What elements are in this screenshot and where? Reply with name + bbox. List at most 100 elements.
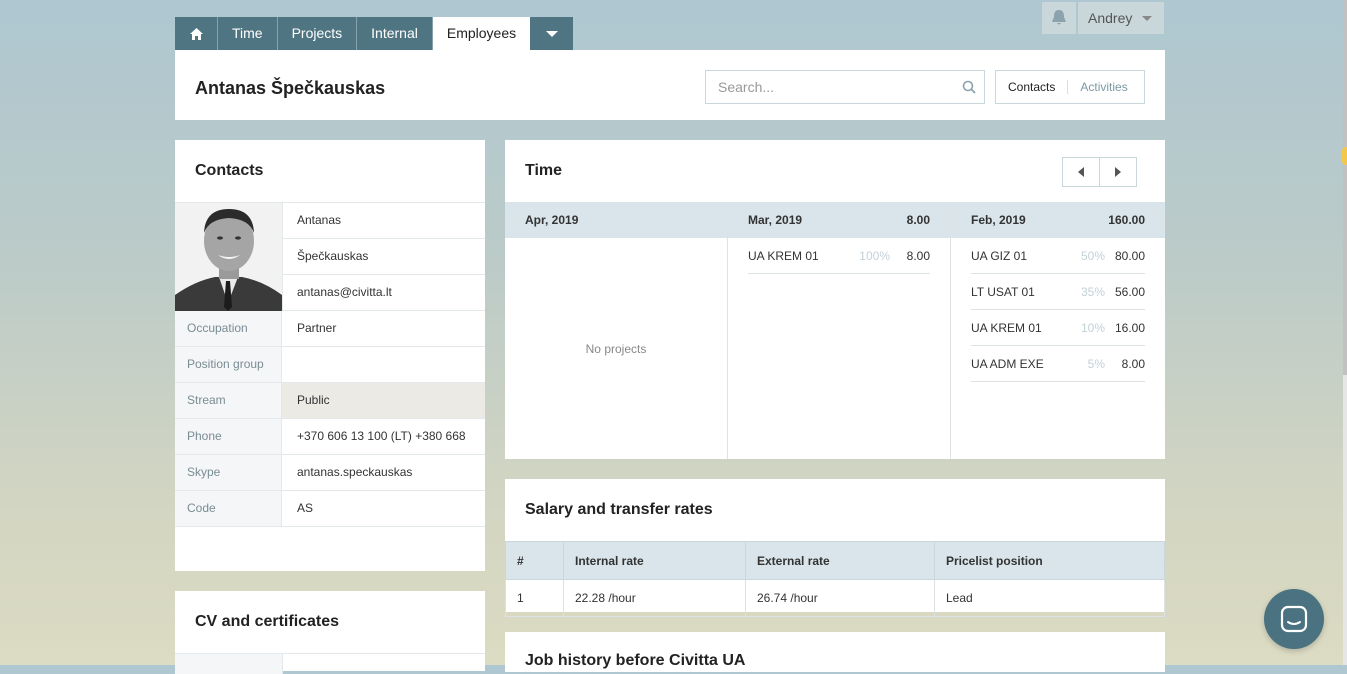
project-percent: 5% xyxy=(1087,356,1105,371)
project-code: LT USAT 01 xyxy=(971,284,1035,299)
tab-more-dropdown[interactable] xyxy=(530,17,574,50)
chevron-down-icon xyxy=(1142,15,1153,21)
avatar xyxy=(175,203,283,311)
last-name-value: Špečkauskas xyxy=(297,249,369,263)
salary-title: Salary and transfer rates xyxy=(525,501,713,518)
project-percent: 100% xyxy=(859,248,890,263)
table-cell: 22.28 /hour xyxy=(563,579,746,617)
job-history-panel: Job history before Civitta UA xyxy=(505,632,1165,672)
time-panel: Time Apr, 2019 No projects Mar, 2019 8.0… xyxy=(505,140,1165,459)
chat-icon xyxy=(1280,605,1308,633)
project-percent: 50% xyxy=(1080,248,1105,263)
field-value: Public xyxy=(282,383,485,418)
month-total: 160.00 xyxy=(1108,213,1145,227)
field-value: +370 606 13 100 (LT) +380 668 xyxy=(297,429,466,443)
column-header: # xyxy=(505,541,564,580)
field-value: AS xyxy=(297,501,314,515)
month-name: Feb, 2019 xyxy=(971,213,1026,227)
tab-projects[interactable]: Projects xyxy=(277,17,358,50)
time-title: Time xyxy=(525,162,563,179)
segment-activities[interactable]: Activities xyxy=(1068,80,1127,94)
bell-icon xyxy=(1052,10,1066,25)
search-input[interactable] xyxy=(716,71,960,103)
project-time-row[interactable]: UA GIZ 01 50% 80.00 xyxy=(971,238,1145,274)
field-value: antanas.speckauskas xyxy=(297,465,413,479)
project-code: UA KREM 01 xyxy=(748,248,819,263)
chevron-down-icon xyxy=(545,30,558,37)
contact-row-stream: Stream Public xyxy=(175,383,485,419)
cv-panel: CV and certificates xyxy=(175,591,485,674)
user-menu[interactable]: Andrey xyxy=(1078,2,1164,34)
first-name-value: Antanas xyxy=(297,213,342,227)
table-row: 1 22.28 /hour 26.74 /hour Lead xyxy=(505,579,1165,617)
field-label: Skype xyxy=(175,455,282,490)
month-header: Mar, 2019 8.00 xyxy=(728,202,950,238)
tab-internal[interactable]: Internal xyxy=(357,17,433,50)
project-time-row[interactable]: UA ADM EXE 5% 8.00 xyxy=(971,346,1145,382)
tab-employees[interactable]: Employees xyxy=(432,17,531,50)
salary-table: # Internal rate External rate Pricelist … xyxy=(505,541,1165,617)
project-percent: 10% xyxy=(1080,320,1105,335)
table-cell: 26.74 /hour xyxy=(745,579,935,617)
table-cell: Lead xyxy=(934,579,1165,617)
project-hours: 8.00 xyxy=(1121,356,1145,371)
arrow-right-icon xyxy=(1115,167,1121,177)
notifications-button[interactable] xyxy=(1042,2,1076,34)
month-column: Apr, 2019 No projects xyxy=(505,202,728,459)
next-period-button[interactable] xyxy=(1100,158,1136,186)
page-title: Antanas Špečkauskas xyxy=(195,78,386,98)
top-nav: Time Projects Internal Employees xyxy=(175,17,574,50)
project-code: UA ADM EXE xyxy=(971,356,1044,371)
email-value[interactable]: antanas@civitta.lt xyxy=(283,275,485,310)
search-box xyxy=(705,70,985,104)
contact-row-code: Code AS xyxy=(175,491,485,527)
field-value xyxy=(282,347,485,382)
project-time-row[interactable]: UA KREM 01 100% 8.00 xyxy=(748,238,930,274)
contact-row-phone: Phone +370 606 13 100 (LT) +380 668 xyxy=(175,419,485,455)
contact-row-position-group: Position group xyxy=(175,347,485,383)
side-widget-tab[interactable] xyxy=(1341,147,1347,165)
project-hours: 80.00 xyxy=(1114,248,1145,263)
tab-time[interactable]: Time xyxy=(218,17,278,50)
field-label: Position group xyxy=(175,347,282,382)
empty-state-text: No projects xyxy=(585,342,647,356)
salary-panel: Salary and transfer rates # Internal rat… xyxy=(505,479,1165,617)
month-column: Mar, 2019 8.00 UA KREM 01 100% 8.00 xyxy=(728,202,951,459)
project-hours: 8.00 xyxy=(906,248,930,263)
home-icon xyxy=(189,27,203,40)
cv-table xyxy=(175,653,485,674)
project-percent: 35% xyxy=(1080,284,1105,299)
month-total: 8.00 xyxy=(906,213,930,227)
view-switcher: Contacts Activities xyxy=(995,70,1145,104)
cv-label-cell xyxy=(175,654,283,674)
chat-launcher-button[interactable] xyxy=(1264,589,1324,649)
field-label: Code xyxy=(175,491,282,526)
project-time-row[interactable]: LT USAT 01 35% 56.00 xyxy=(971,274,1145,310)
tab-home[interactable] xyxy=(175,17,218,50)
segment-contacts[interactable]: Contacts xyxy=(996,80,1069,94)
job-history-title: Job history before Civitta UA xyxy=(525,652,746,669)
project-hours: 56.00 xyxy=(1114,284,1145,299)
contacts-panel: Contacts Antanas Špečkauskas antanas@civ… xyxy=(175,140,485,571)
table-cell: 1 xyxy=(505,579,564,617)
cv-title: CV and certificates xyxy=(195,613,340,630)
column-header: Pricelist position xyxy=(934,541,1165,580)
field-value: Partner xyxy=(297,321,337,335)
period-navigation xyxy=(1062,157,1137,187)
contacts-title: Contacts xyxy=(195,162,264,179)
month-header: Apr, 2019 xyxy=(505,202,727,238)
contacts-table: Antanas Špečkauskas antanas@civitta.lt O… xyxy=(175,202,485,527)
column-header: Internal rate xyxy=(563,541,746,580)
column-header: External rate xyxy=(745,541,935,580)
project-hours: 16.00 xyxy=(1114,320,1145,335)
month-name: Mar, 2019 xyxy=(748,213,803,227)
page-header: Antanas Špečkauskas Contacts Activities xyxy=(175,50,1165,120)
project-time-row[interactable]: UA KREM 01 10% 16.00 xyxy=(971,310,1145,346)
scrollbar-thumb[interactable] xyxy=(1343,0,1347,375)
search-icon[interactable] xyxy=(962,80,976,97)
project-code: UA KREM 01 xyxy=(971,320,1042,335)
page-scrollbar[interactable] xyxy=(1343,0,1347,665)
prev-period-button[interactable] xyxy=(1063,158,1100,186)
month-name: Apr, 2019 xyxy=(525,213,579,227)
field-label: Occupation xyxy=(175,311,282,346)
